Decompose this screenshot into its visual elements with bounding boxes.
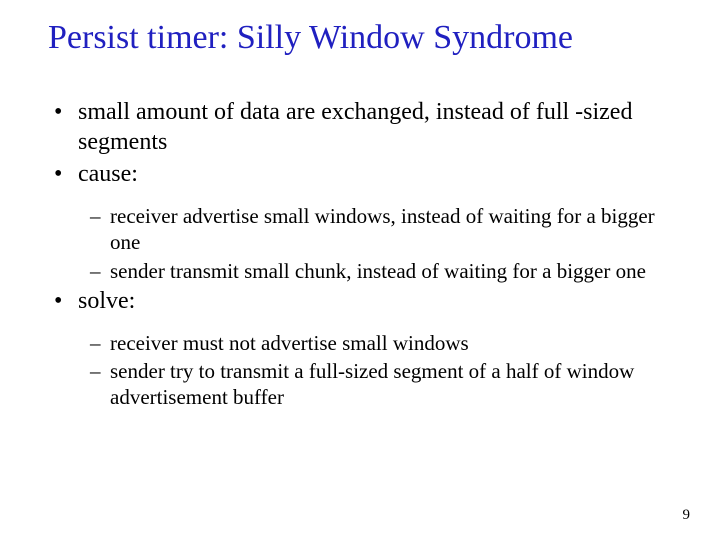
sublist-solve: receiver must not advertise small window… xyxy=(48,330,680,411)
sublist-item: sender transmit small chunk, instead of … xyxy=(90,258,680,284)
page-number: 9 xyxy=(683,507,691,524)
slide-title: Persist timer: Silly Window Syndrome xyxy=(48,18,680,57)
sublist-item: receiver must not advertise small window… xyxy=(90,330,680,356)
sublist-item: sender try to transmit a full-sized segm… xyxy=(90,358,680,411)
sublist-cause: receiver advertise small windows, instea… xyxy=(48,203,680,284)
bullet-list-top: small amount of data are exchanged, inst… xyxy=(48,97,680,189)
bullet-item: cause: xyxy=(48,159,680,189)
slide: Persist timer: Silly Window Syndrome sma… xyxy=(0,0,720,540)
sublist-item: receiver advertise small windows, instea… xyxy=(90,203,680,256)
bullet-list-solve: solve: xyxy=(48,286,680,316)
bullet-item: solve: xyxy=(48,286,680,316)
bullet-item: small amount of data are exchanged, inst… xyxy=(48,97,680,157)
